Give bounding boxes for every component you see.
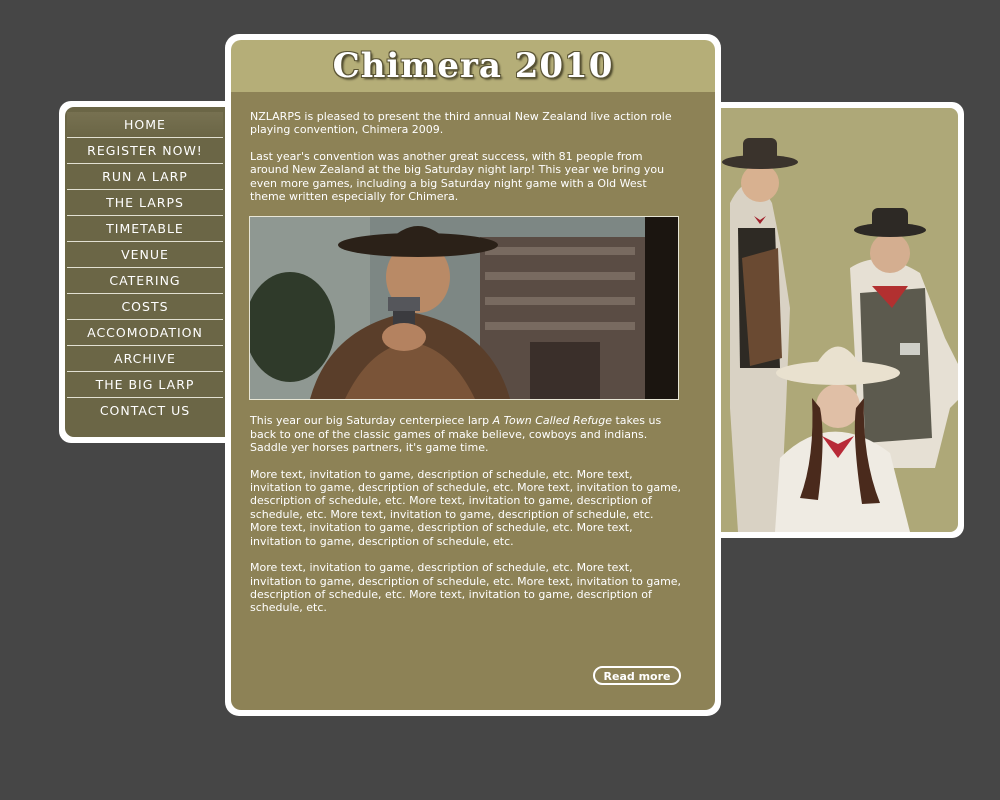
nav-item-the-larps[interactable]: THE LARPS: [67, 190, 223, 216]
cast-photo-panel: [700, 102, 964, 538]
nav-item-timetable[interactable]: TIMETABLE: [67, 216, 223, 242]
nav-menu: HOME REGISTER NOW! RUN A LARP THE LARPS …: [65, 107, 225, 437]
nav-item-catering[interactable]: CATERING: [67, 268, 223, 294]
nav-panel: HOME REGISTER NOW! RUN A LARP THE LARPS …: [59, 101, 249, 443]
filler-paragraph-1: More text, invitation to game, descripti…: [250, 467, 682, 548]
article: NZLARPS is pleased to present the third …: [249, 110, 682, 628]
header-banner: Chimera 2010: [231, 40, 715, 92]
nav-item-archive[interactable]: ARCHIVE: [67, 346, 223, 372]
intro-paragraph: NZLARPS is pleased to present the third …: [250, 110, 672, 137]
nav-list: HOME REGISTER NOW! RUN A LARP THE LARPS …: [65, 107, 225, 423]
nav-item-venue[interactable]: VENUE: [67, 242, 223, 268]
read-more-button[interactable]: Read more: [593, 666, 681, 685]
nav-item-register-now[interactable]: REGISTER NOW!: [67, 138, 223, 164]
gunslinger-hero-image: [249, 216, 679, 401]
nav-item-home[interactable]: HOME: [67, 112, 223, 138]
nav-item-contact-us[interactable]: CONTACT US: [67, 398, 223, 423]
nav-item-accomodation[interactable]: ACCOMODATION: [67, 320, 223, 346]
nav-item-run-a-larp[interactable]: RUN A LARP: [67, 164, 223, 190]
nav-item-the-big-larp[interactable]: THE BIG LARP: [67, 372, 223, 398]
filler-paragraph-2: More text, invitation to game, descripti…: [250, 561, 682, 615]
larp-title: A Town Called Refuge: [492, 414, 612, 428]
cast-photo: [720, 108, 958, 532]
gunslinger-photo: [250, 217, 678, 400]
last-year-paragraph: Last year's convention was another great…: [250, 149, 665, 204]
nav-item-costs[interactable]: COSTS: [67, 294, 223, 320]
main-content-area: NZLARPS is pleased to present the third …: [231, 92, 715, 710]
main-panel: Chimera 2010 NZLARPS is pleased to prese…: [225, 34, 721, 716]
page-title: Chimera 2010: [332, 46, 614, 86]
costumed-players-image: [722, 138, 958, 532]
centerpiece-paragraph: This year our big Saturday centerpiece l…: [250, 414, 662, 455]
